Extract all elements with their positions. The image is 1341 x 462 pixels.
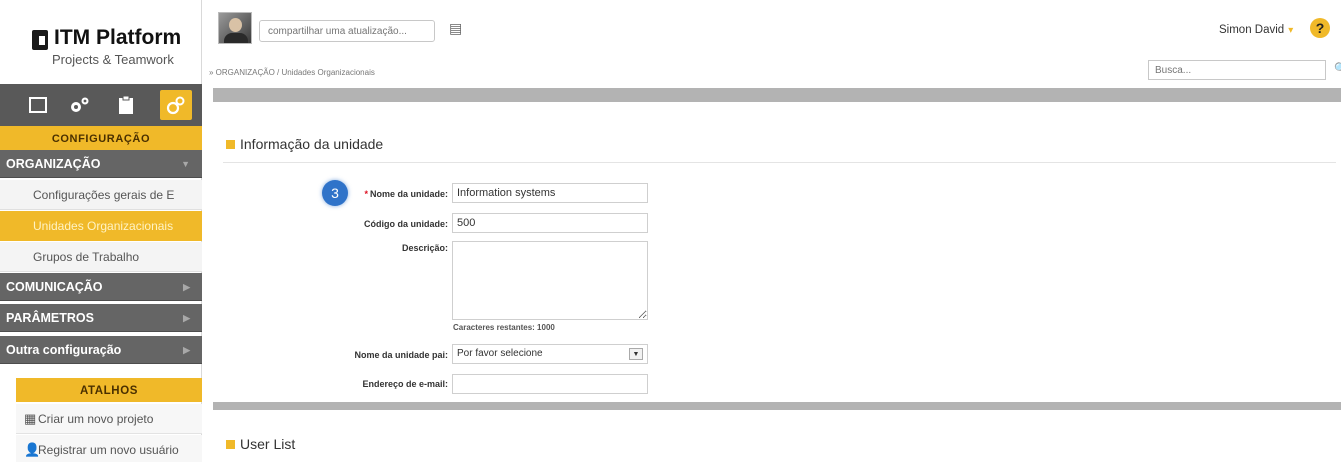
gears-icon[interactable]: [64, 90, 96, 120]
shortcut-label: Criar um novo projeto: [38, 412, 154, 426]
folder-icon[interactable]: [22, 90, 54, 120]
sidebar-section-organizacao[interactable]: ORGANIZAÇÃO ▼: [0, 150, 202, 178]
shortcut-new-project[interactable]: ▦ Criar um novo projeto: [16, 404, 202, 434]
sidebar-section-label: PARÂMETROS: [6, 311, 94, 325]
sidebar-section-outra[interactable]: Outra configuração ▶: [0, 336, 202, 364]
search-icon[interactable]: 🔍: [1334, 62, 1341, 75]
unit-info-title-text: Informação da unidade: [240, 136, 384, 152]
settings-icon[interactable]: [160, 90, 192, 120]
chevron-right-icon: ▶: [183, 282, 190, 292]
sidebar-item-unidades-organizacionais[interactable]: Unidades Organizacionais: [0, 211, 202, 241]
required-marker: *: [364, 189, 368, 199]
grid-icon: ▦: [24, 411, 37, 426]
clipboard-icon[interactable]: [110, 90, 142, 120]
breadcrumb: » ORGANIZAÇÃO / Unidades Organizacionais: [209, 68, 375, 77]
parent-unit-label: Nome da unidade pai:: [354, 350, 448, 360]
help-icon[interactable]: ?: [1310, 18, 1330, 38]
chars-remaining: Caracteres restantes: 1000: [453, 323, 555, 332]
parent-unit-selected: Por favor selecione: [457, 348, 543, 359]
unit-name-label: * Nome da unidade:: [364, 189, 448, 199]
user-icon: 👤: [24, 442, 41, 457]
sidebar-item-configuracoes-gerais[interactable]: Configurações gerais de E: [0, 180, 202, 210]
config-label: CONFIGURAÇÃO: [0, 126, 202, 150]
module-icon-bar: [0, 84, 202, 126]
unit-name-field[interactable]: [452, 183, 648, 203]
sidebar: ITM Platform Projects & Teamwork CONFIGU…: [0, 0, 202, 462]
avatar[interactable]: [218, 12, 252, 44]
section-marker-icon: [226, 440, 235, 449]
search-input[interactable]: [1148, 60, 1326, 80]
user-name: Simon David: [1219, 24, 1285, 36]
section-marker-icon: [226, 140, 235, 149]
content-divider: [213, 88, 1341, 102]
sidebar-section-label: ORGANIZAÇÃO: [6, 157, 101, 171]
unit-code-label: Código da unidade:: [364, 219, 448, 229]
email-field[interactable]: [452, 374, 648, 394]
chevron-down-icon: ▾: [1288, 25, 1294, 36]
share-update-input[interactable]: [259, 20, 435, 42]
description-label: Descrição:: [401, 243, 448, 253]
unit-code-field[interactable]: [452, 213, 648, 233]
shortcut-new-user[interactable]: 👤 Registrar um novo usuário: [16, 435, 202, 462]
post-icon[interactable]: ▤: [449, 20, 463, 38]
top-bar: ▤ Simon David▾ ?: [203, 0, 1341, 52]
user-list-title-text: User List: [240, 436, 296, 452]
chevron-down-icon: ▼: [181, 159, 190, 169]
sidebar-section-label: Outra configuração: [6, 343, 122, 357]
section-divider: [223, 162, 1336, 163]
chevron-right-icon: ▶: [183, 313, 190, 323]
atalhos-label: ATALHOS: [16, 378, 202, 402]
sidebar-section-label: COMUNICAÇÃO: [6, 280, 103, 294]
shortcut-label: Registrar um novo usuário: [38, 443, 179, 457]
logo-subtitle: Projects & Teamwork: [52, 52, 174, 67]
step-badge: 3: [322, 180, 348, 206]
unit-info-title: Informação da unidade: [226, 136, 383, 152]
logo-mark-icon: [32, 30, 48, 50]
sidebar-item-grupos-de-trabalho[interactable]: Grupos de Trabalho: [0, 242, 202, 272]
user-list-title: User List: [226, 436, 295, 452]
logo-title: ITM Platform: [54, 26, 182, 49]
sidebar-section-parametros[interactable]: PARÂMETROS ▶: [0, 304, 202, 332]
logo[interactable]: ITM Platform Projects & Teamwork: [28, 22, 196, 70]
chevron-down-icon[interactable]: ▼: [629, 348, 643, 360]
parent-unit-select[interactable]: Por favor selecione ▼: [452, 344, 648, 364]
chevron-right-icon: ▶: [183, 345, 190, 355]
unit-name-label-text: Nome da unidade:: [369, 189, 448, 199]
user-menu[interactable]: Simon David ▾: [1219, 24, 1293, 36]
sidebar-section-comunicacao[interactable]: COMUNICAÇÃO ▶: [0, 273, 202, 301]
email-label: Endereço de e-mail:: [362, 379, 448, 389]
content-divider: [213, 402, 1341, 410]
description-field[interactable]: [452, 241, 648, 320]
